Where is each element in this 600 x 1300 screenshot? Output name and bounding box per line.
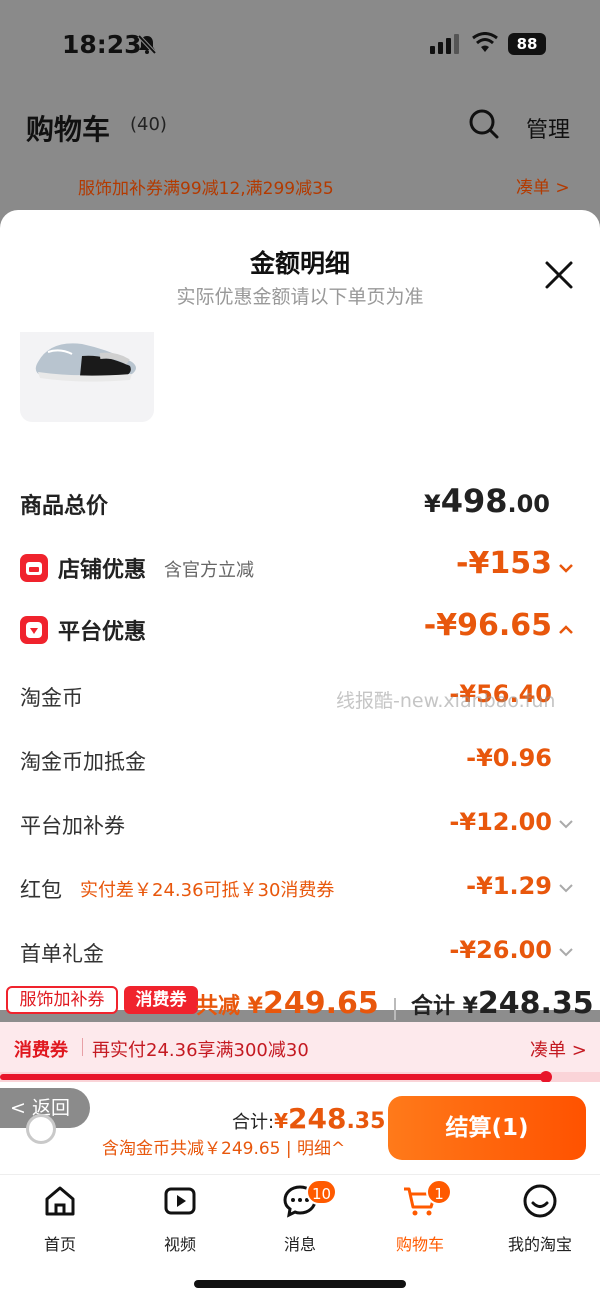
detail-value: -¥1.29 bbox=[466, 872, 552, 900]
tab-cart[interactable]: 1 购物车 bbox=[360, 1179, 480, 1254]
platform-discount-label: 平台优惠 bbox=[58, 620, 147, 645]
bell-muted-icon bbox=[137, 34, 157, 55]
chevron-down-icon bbox=[559, 948, 573, 957]
platform-discount-row[interactable]: 平台优惠 -¥96.65 bbox=[20, 608, 580, 650]
coupon-bar-label: 消费券 bbox=[14, 1040, 68, 1061]
home-icon bbox=[45, 1186, 75, 1216]
profile-icon bbox=[523, 1184, 557, 1218]
checkout-button[interactable]: 结算(1) bbox=[388, 1096, 586, 1160]
tab-messages[interactable]: 10 消息 bbox=[240, 1179, 360, 1254]
shop-icon bbox=[20, 554, 48, 582]
signal-icon bbox=[430, 34, 459, 54]
status-bar: 18:23 88 bbox=[0, 0, 600, 90]
battery-indicator: 88 bbox=[508, 33, 546, 55]
search-icon[interactable] bbox=[468, 108, 500, 140]
divider bbox=[82, 1038, 83, 1056]
goods-total-label: 商品总价 bbox=[20, 494, 109, 519]
detail-row-red-packet[interactable]: 红包 实付差￥24.36可抵￥30消费券 -¥1.29 bbox=[20, 868, 580, 908]
coupon-bar-link[interactable]: 凑单 > bbox=[530, 1036, 587, 1062]
detail-value: -¥26.00 bbox=[449, 936, 552, 964]
watermark-text: 线报酷-new.xianbao.fun bbox=[336, 690, 556, 712]
cart-badge: 1 bbox=[426, 1179, 452, 1205]
tab-label: 购物车 bbox=[395, 1235, 444, 1254]
save-value: 249.65 bbox=[262, 986, 379, 1021]
detail-value: -¥0.96 bbox=[466, 744, 552, 772]
detail-row-taojinbi-bonus: 淘金币加抵金 -¥0.96 bbox=[20, 740, 580, 780]
coupon-progress-bar bbox=[0, 1071, 600, 1083]
sheet-title: 金额明细 bbox=[249, 249, 350, 278]
shop-discount-note: 含官方立减 bbox=[164, 560, 254, 581]
red-packet-note: 实付差￥24.36可抵￥30消费券 bbox=[80, 880, 335, 901]
detail-label: 平台加补券 bbox=[20, 814, 125, 838]
promo-text: 服饰加补券满99减12,满299减35 bbox=[78, 179, 334, 199]
checkout-total: 合计:¥248.35 bbox=[232, 1102, 386, 1135]
chevron-down-icon bbox=[559, 564, 573, 573]
tab-label: 消息 bbox=[283, 1235, 316, 1254]
home-indicator bbox=[194, 1280, 406, 1288]
progress-fill bbox=[0, 1074, 546, 1080]
status-time: 18:23 bbox=[62, 30, 142, 59]
sum-total-label: 合计 ¥ bbox=[410, 994, 478, 1019]
consumer-coupon-tag: 消费券 bbox=[124, 986, 198, 1014]
clothing-coupon-tag: 服饰加补券 bbox=[6, 986, 118, 1014]
select-all-checkbox[interactable] bbox=[26, 1114, 56, 1144]
shop-discount-value: -¥153 bbox=[456, 546, 552, 581]
tab-home[interactable]: 首页 bbox=[0, 1183, 120, 1254]
detail-value: -¥12.00 bbox=[449, 808, 552, 836]
tab-label: 首页 bbox=[43, 1235, 76, 1254]
checkout-detail-link[interactable]: 含淘金币共减￥249.65 | 明细^ bbox=[102, 1134, 345, 1159]
save-label: 共减 ¥ bbox=[196, 994, 263, 1019]
tab-profile[interactable]: 我的淘宝 bbox=[480, 1183, 600, 1254]
shop-discount-row[interactable]: 店铺优惠 含官方立减 -¥153 bbox=[20, 546, 580, 588]
sum-total-value: 248.35 bbox=[477, 986, 594, 1021]
goods-total-value: ¥498.00 bbox=[423, 482, 550, 520]
tab-video[interactable]: 视频 bbox=[120, 1183, 240, 1254]
wifi-icon bbox=[472, 32, 498, 52]
cart-header: 购物车 (40) 管理 bbox=[0, 90, 600, 160]
close-icon[interactable] bbox=[544, 260, 574, 290]
detail-row-first-order[interactable]: 首单礼金 -¥26.00 bbox=[20, 932, 580, 972]
detail-label: 淘金币加抵金 bbox=[20, 750, 146, 774]
coupon-bar[interactable]: 消费券 再实付24.36享满300减30 凑单 > bbox=[0, 1022, 600, 1072]
sheet-subtitle: 实际优惠金额请以下单页为准 bbox=[176, 286, 424, 308]
chevron-up-icon bbox=[559, 625, 573, 634]
platform-discount-value: -¥96.65 bbox=[423, 608, 552, 643]
chevron-down-icon bbox=[559, 820, 573, 829]
page-title: 购物车 bbox=[26, 113, 111, 146]
detail-label: 淘金币 bbox=[20, 686, 83, 710]
tab-label: 我的淘宝 bbox=[507, 1235, 572, 1254]
promo-strip: 服饰加补券满99减12,满299减35 凑单 > bbox=[0, 160, 600, 210]
checkout-bar: < 返回 合计:¥248.35 含淘金币共减￥249.65 | 明细^ 结算(1… bbox=[0, 1082, 600, 1174]
shop-discount-label: 店铺优惠 bbox=[58, 558, 147, 583]
detail-label: 红包 bbox=[20, 878, 62, 902]
promo-link[interactable]: 凑单 > bbox=[516, 173, 570, 198]
video-icon bbox=[164, 1187, 196, 1215]
tab-label: 视频 bbox=[163, 1235, 196, 1254]
divider bbox=[393, 997, 396, 1020]
cart-count: (40) bbox=[130, 114, 167, 135]
sneaker-image bbox=[35, 343, 136, 382]
detail-label: 首单礼金 bbox=[20, 942, 104, 966]
chevron-down-icon bbox=[559, 884, 573, 893]
coupon-bar-text: 再实付24.36享满300减30 bbox=[92, 1040, 309, 1061]
summary-row: 共减 ¥249.65 合计 ¥248.35 bbox=[196, 986, 594, 1021]
platform-icon bbox=[20, 616, 48, 644]
message-badge: 10 bbox=[306, 1179, 338, 1205]
manage-button[interactable]: 管理 bbox=[526, 112, 570, 144]
detail-row-platform-coupon[interactable]: 平台加补券 -¥12.00 bbox=[20, 804, 580, 844]
amount-detail-sheet: 金额明细 实际优惠金额请以下单页为准 商品总价 ¥498.00 店铺优惠 含官方… bbox=[0, 210, 600, 1010]
product-thumbnail bbox=[20, 332, 154, 422]
